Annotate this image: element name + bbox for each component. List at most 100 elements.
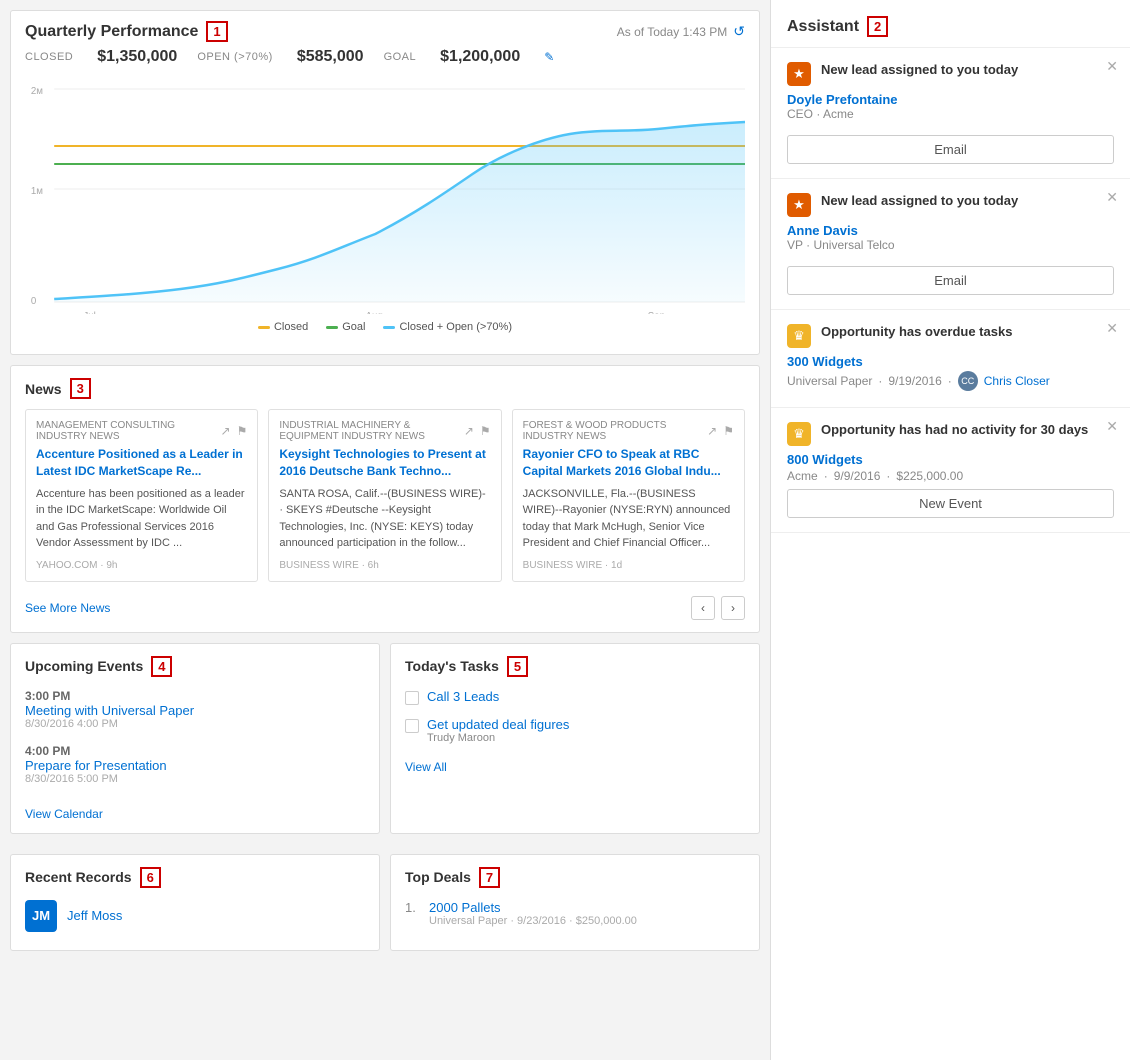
lead-star-icon-2: ★ (787, 193, 811, 217)
tasks-card: Today's Tasks 5 Call 3 Leads Get updated… (390, 643, 760, 834)
share-icon-1[interactable]: ↗ (221, 424, 231, 438)
assistant-header: Assistant 2 (771, 0, 1130, 48)
event-row-1: 3:00 PM Meeting with Universal Paper 8/3… (25, 689, 365, 730)
svg-text:Jul: Jul (83, 311, 95, 314)
event-date-1: 8/30/2016 4:00 PM (25, 718, 365, 730)
section-badge-1: 1 (206, 21, 227, 42)
close-card-1-icon[interactable]: ✕ (1106, 58, 1118, 75)
task-name-2[interactable]: Get updated deal figures (427, 717, 569, 732)
view-all-tasks-link[interactable]: View All (405, 760, 447, 774)
news-body-3: JACKSONVILLE, Fla.--(BUSINESS WIRE)--Ray… (523, 486, 734, 552)
open-value: $585,000 (297, 48, 364, 66)
share-icon-3[interactable]: ↗ (707, 424, 717, 438)
section-badge-6: 6 (140, 867, 161, 888)
chart-legend: Closed Goal Closed + Open (>70%) (25, 321, 745, 333)
assist-amount-1: $225,000.00 (896, 469, 963, 483)
goal-value: $1,200,000 (440, 48, 520, 66)
record-name-1[interactable]: Jeff Moss (67, 908, 122, 923)
recent-records-title: Recent Records (25, 869, 132, 885)
deal-name-1[interactable]: 2000 Pallets (429, 900, 637, 915)
news-footer-3: BUSINESS WIRE · 1d (523, 560, 734, 571)
assist-email-btn-2[interactable]: Email (787, 266, 1114, 295)
task-checkbox-1[interactable] (405, 691, 419, 705)
task-name-1[interactable]: Call 3 Leads (427, 689, 499, 704)
record-avatar-1: JM (25, 900, 57, 932)
recent-record-1: JM Jeff Moss (25, 900, 365, 932)
share-icon-2[interactable]: ↗ (464, 424, 474, 438)
see-more-news[interactable]: See More News (25, 601, 110, 615)
news-source-2: Industrial Machinery & Equipment Industr… (279, 420, 490, 442)
assist-person-1[interactable]: Doyle Prefontaine (787, 92, 1114, 107)
edit-goal-icon[interactable]: ✎ (544, 50, 554, 64)
top-deals-title: Top Deals (405, 869, 471, 885)
news-item-3: Forest & Wood Products Industry News ↗ ⚑… (512, 409, 745, 582)
assist-label-1: New lead assigned to you today (821, 62, 1038, 77)
open-label: OPEN (>70%) (197, 51, 273, 63)
close-card-2-icon[interactable]: ✕ (1106, 189, 1118, 206)
assist-label-3: Opportunity has overdue tasks (821, 324, 1032, 339)
timestamp: As of Today 1:43 PM ↺ (617, 23, 745, 40)
assist-opp-name-2[interactable]: 800 Widgets (787, 452, 1114, 467)
news-headline-1[interactable]: Accenture Positioned as a Leader in Late… (36, 446, 247, 480)
goal-label: GOAL (384, 51, 417, 63)
close-card-3-icon[interactable]: ✕ (1106, 320, 1118, 337)
news-item-2: Industrial Machinery & Equipment Industr… (268, 409, 501, 582)
assist-label-4: Opportunity has had no activity for 30 d… (821, 422, 1108, 437)
event-name-2[interactable]: Prepare for Presentation (25, 758, 365, 773)
assist-person-2[interactable]: Anne Davis (787, 223, 1114, 238)
recent-records-card: Recent Records 6 JM Jeff Moss (10, 854, 380, 951)
event-time-2: 4:00 PM (25, 744, 365, 758)
page-title: Quarterly Performance (25, 23, 198, 41)
flag-icon-1[interactable]: ⚑ (237, 424, 248, 438)
news-next-button[interactable]: › (721, 596, 745, 620)
assist-new-event-btn[interactable]: New Event (787, 489, 1114, 518)
chart-area: 2м 1м 0 Jul Aug Sep (25, 74, 745, 344)
assist-opp-name-1[interactable]: 300 Widgets (787, 354, 1114, 369)
task-checkbox-2[interactable] (405, 719, 419, 733)
assist-opp-detail-2: Acme · 9/9/2016 · $225,000.00 (787, 469, 1114, 483)
deal-row-1: 1. 2000 Pallets Universal Paper · 9/23/2… (405, 900, 745, 927)
assistant-card-4: ✕ ♛ Opportunity has had no activity for … (771, 408, 1130, 533)
task-row-1: Call 3 Leads (405, 689, 745, 705)
view-calendar-link[interactable]: View Calendar (25, 807, 103, 821)
assist-email-btn-1[interactable]: Email (787, 135, 1114, 164)
event-row-2: 4:00 PM Prepare for Presentation 8/30/20… (25, 744, 365, 785)
news-body-1: Accenture has been positioned as a leade… (36, 486, 247, 552)
tasks-title: Today's Tasks (405, 658, 499, 674)
assistant-panel: Assistant 2 ✕ ★ New lead assigned to you… (770, 0, 1130, 1060)
svg-text:1м: 1м (31, 186, 43, 197)
close-card-4-icon[interactable]: ✕ (1106, 418, 1118, 435)
top-deals-card: Top Deals 7 1. 2000 Pallets Universal Pa… (390, 854, 760, 951)
bottom-grid: Upcoming Events 4 3:00 PM Meeting with U… (10, 643, 760, 961)
news-card: News 3 Management Consulting Industry Ne… (10, 365, 760, 633)
assistant-card-2: ✕ ★ New lead assigned to you today Anne … (771, 179, 1130, 310)
news-prev-button[interactable]: ‹ (691, 596, 715, 620)
flag-icon-3[interactable]: ⚑ (723, 424, 734, 438)
section-badge-4: 4 (151, 656, 172, 677)
event-name-1[interactable]: Meeting with Universal Paper (25, 703, 365, 718)
news-headline-2[interactable]: Keysight Technologies to Present at 2016… (279, 446, 490, 480)
task-row-2: Get updated deal figures Trudy Maroon (405, 717, 745, 744)
opportunity-crown-icon-2: ♛ (787, 422, 811, 446)
main-panel: Quarterly Performance 1 As of Today 1:43… (0, 0, 770, 1060)
event-date-2: 8/30/2016 5:00 PM (25, 773, 365, 785)
section-badge-5: 5 (507, 656, 528, 677)
legend-closed: Closed (258, 321, 308, 333)
task-sub-2: Trudy Maroon (427, 732, 569, 744)
svg-text:0: 0 (31, 296, 37, 307)
news-headline-3[interactable]: Rayonier CFO to Speak at RBC Capital Mar… (523, 446, 734, 480)
news-navigation: ‹ › (691, 596, 745, 620)
section-badge-7: 7 (479, 867, 500, 888)
news-footer-2: BUSINESS WIRE · 6h (279, 560, 490, 571)
closed-value: $1,350,000 (97, 48, 177, 66)
assist-label-2: New lead assigned to you today (821, 193, 1038, 208)
deal-sub-1: Universal Paper · 9/23/2016 · $250,000.0… (429, 915, 637, 927)
flag-icon-2[interactable]: ⚑ (480, 424, 491, 438)
lead-star-icon-1: ★ (787, 62, 811, 86)
refresh-icon[interactable]: ↺ (733, 23, 745, 40)
svg-text:Sep: Sep (648, 311, 666, 314)
assist-user-link-1[interactable]: Chris Closer (984, 374, 1050, 388)
news-source-1: Management Consulting Industry News ↗ ⚑ (36, 420, 247, 442)
legend-goal: Goal (326, 321, 365, 333)
closed-label: CLOSED (25, 51, 73, 63)
